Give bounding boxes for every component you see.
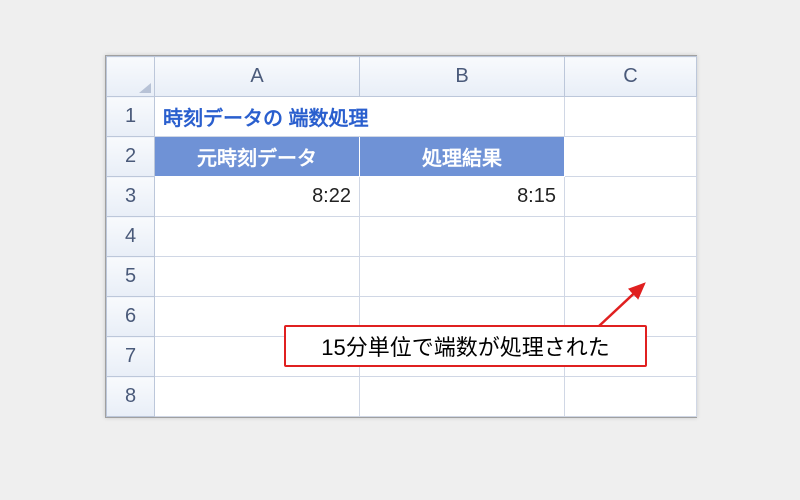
cell-B2[interactable]: 処理結果 <box>360 137 565 177</box>
cell-A5[interactable] <box>155 257 360 297</box>
cell-C2[interactable] <box>565 137 697 177</box>
select-all-corner[interactable] <box>107 57 155 97</box>
cell-C3[interactable] <box>565 177 697 217</box>
cell-A8[interactable] <box>155 377 360 417</box>
callout-box: 15分単位で端数が処理された <box>284 325 647 367</box>
row-header-5[interactable]: 5 <box>107 257 155 297</box>
cell-A1[interactable]: 時刻データの 端数処理 <box>155 97 565 137</box>
row-header-4[interactable]: 4 <box>107 217 155 257</box>
col-header-A[interactable]: A <box>155 57 360 97</box>
row-1: 1 時刻データの 端数処理 <box>107 97 697 137</box>
row-5: 5 <box>107 257 697 297</box>
cell-B3[interactable]: 8:15 <box>360 177 565 217</box>
cell-C5[interactable] <box>565 257 697 297</box>
row-8: 8 <box>107 377 697 417</box>
row-header-1[interactable]: 1 <box>107 97 155 137</box>
row-header-7[interactable]: 7 <box>107 337 155 377</box>
row-header-8[interactable]: 8 <box>107 377 155 417</box>
row-2: 2 元時刻データ 処理結果 <box>107 137 697 177</box>
cell-C4[interactable] <box>565 217 697 257</box>
row-header-2[interactable]: 2 <box>107 137 155 177</box>
spreadsheet-frame: A B C 1 時刻データの 端数処理 2 元時刻データ 処理結果 3 8:22… <box>105 55 697 418</box>
col-header-C[interactable]: C <box>565 57 697 97</box>
cell-B4[interactable] <box>360 217 565 257</box>
row-4: 4 <box>107 217 697 257</box>
cell-B5[interactable] <box>360 257 565 297</box>
row-header-3[interactable]: 3 <box>107 177 155 217</box>
cell-C8[interactable] <box>565 377 697 417</box>
cell-A3[interactable]: 8:22 <box>155 177 360 217</box>
column-header-row: A B C <box>107 57 697 97</box>
cell-A2[interactable]: 元時刻データ <box>155 137 360 177</box>
cell-A4[interactable] <box>155 217 360 257</box>
cell-B8[interactable] <box>360 377 565 417</box>
row-3: 3 8:22 8:15 <box>107 177 697 217</box>
callout-text: 15分単位で端数が処理された <box>321 330 609 362</box>
row-header-6[interactable]: 6 <box>107 297 155 337</box>
col-header-B[interactable]: B <box>360 57 565 97</box>
cell-C1[interactable] <box>565 97 697 137</box>
